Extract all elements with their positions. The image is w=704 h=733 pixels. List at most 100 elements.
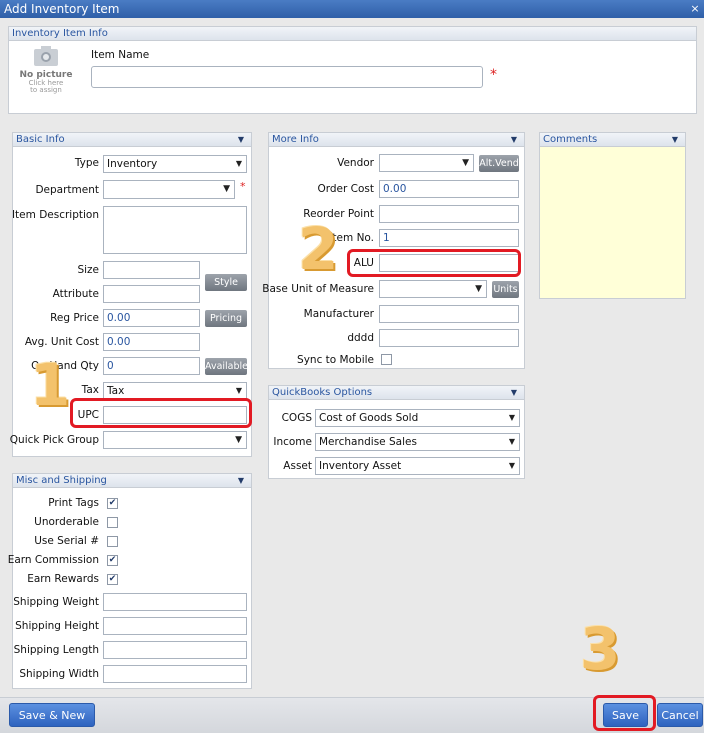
use-serial-label: Use Serial # — [34, 535, 99, 547]
comments-panel: Comments ▼ — [539, 132, 686, 299]
quick-pick-group-label: Quick Pick Group — [9, 434, 99, 446]
item-name-input[interactable] — [91, 66, 483, 88]
cancel-button[interactable]: Cancel — [657, 703, 703, 727]
dddd-input[interactable] — [379, 329, 519, 347]
misc-shipping-title: Misc and Shipping — [16, 475, 107, 486]
print-tags-checkbox[interactable]: ✔ — [107, 498, 118, 509]
cogs-select[interactable]: Cost of Goods Sold ▼ — [315, 409, 520, 427]
basic-info-title: Basic Info — [16, 134, 65, 145]
avg-unit-cost-label: Avg. Unit Cost — [24, 336, 99, 348]
tax-label: Tax — [81, 384, 99, 396]
type-value: Inventory — [107, 158, 158, 170]
item-name-label: Item Name — [91, 49, 150, 61]
close-icon[interactable]: × — [688, 2, 702, 16]
required-marker: * — [240, 180, 246, 193]
collapse-icon[interactable]: ▼ — [672, 133, 678, 146]
comments-textarea[interactable] — [540, 148, 685, 298]
chevron-down-icon: ▼ — [223, 184, 230, 194]
vendor-label: Vendor — [337, 157, 374, 169]
income-select[interactable]: Merchandise Sales ▼ — [315, 433, 520, 451]
asset-value: Inventory Asset — [319, 460, 402, 472]
item-description-textarea[interactable] — [103, 206, 247, 254]
quickbooks-title: QuickBooks Options — [272, 387, 373, 398]
size-label: Size — [77, 264, 99, 276]
asset-label: Asset — [283, 460, 312, 472]
order-cost-input[interactable]: 0.00 — [379, 180, 519, 198]
collapse-icon[interactable]: ▼ — [238, 133, 244, 146]
save-and-new-button[interactable]: Save & New — [9, 703, 95, 727]
vendor-select[interactable]: ▼ — [379, 154, 474, 172]
unorderable-checkbox[interactable] — [107, 517, 118, 528]
avg-unit-cost-input[interactable]: 0.00 — [103, 333, 200, 351]
chevron-down-icon: ▼ — [235, 159, 242, 168]
more-info-title: More Info — [272, 134, 319, 145]
manufacturer-input[interactable] — [379, 305, 519, 323]
attribute-label: Attribute — [52, 288, 99, 300]
collapse-icon[interactable]: ▼ — [511, 133, 517, 146]
camera-icon — [34, 46, 58, 66]
chevron-down-icon: ▼ — [508, 413, 515, 422]
units-button[interactable]: Units — [492, 281, 519, 298]
item-info-panel: Inventory Item Info No picture Click her… — [8, 26, 697, 114]
shipping-length-input[interactable] — [103, 641, 247, 659]
chevron-down-icon: ▼ — [475, 284, 482, 294]
income-value: Merchandise Sales — [319, 436, 417, 448]
chevron-down-icon: ▼ — [235, 435, 242, 445]
misc-shipping-header: Misc and Shipping ▼ — [13, 474, 251, 488]
reg-price-input[interactable]: 0.00 — [103, 309, 200, 327]
order-cost-label: Order Cost — [317, 183, 374, 195]
chevron-down-icon: ▼ — [462, 158, 469, 168]
size-input[interactable] — [103, 261, 200, 279]
step-2-annotation: 2 — [298, 215, 339, 283]
comments-header: Comments ▼ — [540, 133, 685, 147]
shipping-width-label: Shipping Width — [19, 668, 99, 680]
tax-value: Tax — [107, 385, 125, 397]
unorderable-label: Unorderable — [34, 516, 99, 528]
base-unit-select[interactable]: ▼ — [379, 280, 487, 298]
shipping-width-input[interactable] — [103, 665, 247, 683]
print-tags-label: Print Tags — [48, 497, 99, 509]
asset-select[interactable]: Inventory Asset ▼ — [315, 457, 520, 475]
shipping-height-input[interactable] — [103, 617, 247, 635]
reg-price-label: Reg Price — [50, 312, 99, 324]
step-3-annotation: 3 — [580, 615, 621, 683]
attribute-input[interactable] — [103, 285, 200, 303]
income-label: Income — [273, 436, 312, 448]
more-info-header: More Info ▼ — [269, 133, 524, 147]
base-unit-label: Base Unit of Measure — [262, 283, 374, 295]
chevron-down-icon: ▼ — [508, 437, 515, 446]
comments-title: Comments — [543, 134, 598, 145]
shipping-length-label: Shipping Length — [13, 644, 99, 656]
sync-to-mobile-checkbox[interactable] — [381, 354, 392, 365]
chevron-down-icon: ▼ — [508, 461, 515, 470]
item-description-label: Item Description — [11, 209, 99, 221]
quickbooks-header: QuickBooks Options ▼ — [269, 386, 524, 400]
earn-commission-checkbox[interactable]: ✔ — [107, 555, 118, 566]
shipping-height-label: Shipping Height — [15, 620, 99, 632]
department-label: Department — [35, 184, 99, 196]
to-assign-text: to assign — [30, 86, 62, 94]
manufacturer-label: Manufacturer — [303, 308, 374, 320]
reorder-point-input[interactable] — [379, 205, 519, 223]
on-hand-qty-input[interactable]: 0 — [103, 357, 200, 375]
upc-highlight — [70, 398, 252, 428]
pricing-button[interactable]: Pricing — [205, 310, 247, 327]
picture-placeholder[interactable]: No picture Click here to assign — [16, 43, 76, 99]
type-select[interactable]: Inventory ▼ — [103, 155, 247, 173]
alt-vend-button[interactable]: Alt.Vend — [479, 155, 519, 172]
step-1-annotation: 1 — [30, 351, 71, 419]
collapse-icon[interactable]: ▼ — [511, 386, 517, 399]
earn-rewards-checkbox[interactable]: ✔ — [107, 574, 118, 585]
type-label: Type — [74, 157, 99, 169]
alu-highlight — [347, 249, 521, 277]
window-titlebar: Add Inventory Item × — [0, 0, 704, 18]
item-no-input[interactable]: 1 — [379, 229, 519, 247]
save-highlight — [593, 695, 656, 731]
department-select[interactable]: ▼ — [103, 180, 235, 199]
shipping-weight-input[interactable] — [103, 593, 247, 611]
style-button[interactable]: Style — [205, 274, 247, 291]
use-serial-checkbox[interactable] — [107, 536, 118, 547]
quick-pick-group-select[interactable]: ▼ — [103, 431, 247, 449]
collapse-icon[interactable]: ▼ — [238, 474, 244, 487]
available-button[interactable]: Available — [205, 358, 248, 375]
